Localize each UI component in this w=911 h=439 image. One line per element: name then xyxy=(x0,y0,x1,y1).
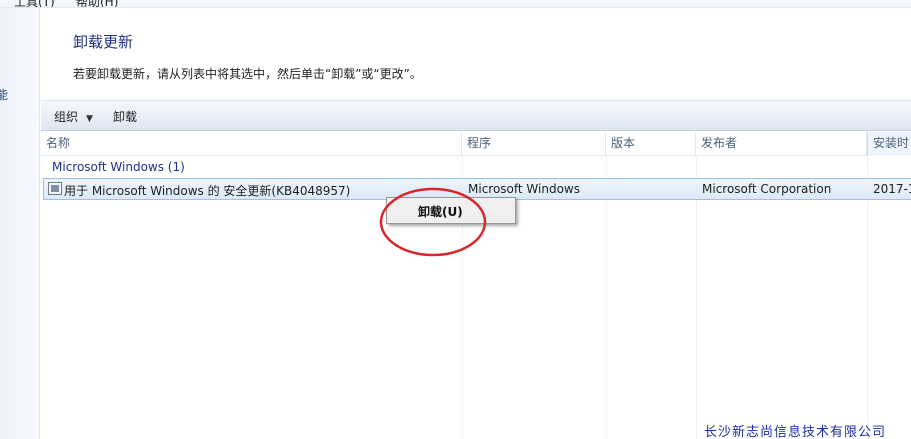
row-program: Microsoft Windows xyxy=(468,182,580,196)
nav-pane-text-fragment[interactable]: 能 xyxy=(0,86,8,103)
column-header-program[interactable]: 程序 xyxy=(462,132,606,156)
column-header-publisher[interactable]: 发布者 xyxy=(696,132,867,156)
navigation-pane: 能 xyxy=(0,0,40,439)
organize-label: 组织 xyxy=(54,110,79,124)
uninstall-button[interactable]: 卸载 xyxy=(113,108,137,125)
page-title: 卸载更新 xyxy=(73,33,134,51)
menu-tools[interactable]: 工具(T) xyxy=(14,0,55,7)
context-menu-uninstall[interactable]: 卸载(U) xyxy=(418,203,463,220)
page-description: 若要卸载更新，请从列表中将其选中，然后单击“卸载”或“更改”。 xyxy=(73,67,422,81)
update-icon xyxy=(48,182,62,195)
column-header-installed-on[interactable]: 安装时 xyxy=(867,132,911,156)
row-installed-on: 2017-1 xyxy=(873,182,911,196)
column-header-row: 名称 程序 版本 发布者 安装时 xyxy=(41,132,911,156)
menu-bar: 工具(T) 帮助(H) xyxy=(0,0,911,8)
row-name: 用于 Microsoft Windows 的 安全更新(KB4048957) xyxy=(64,184,351,198)
toolbar: 组织 ▼ 卸载 xyxy=(41,100,911,131)
menu-help[interactable]: 帮助(H) xyxy=(76,0,118,7)
group-header-microsoft-windows[interactable]: Microsoft Windows (1) xyxy=(52,160,185,174)
column-header-name[interactable]: 名称 xyxy=(41,132,462,156)
context-menu: 卸载(U) xyxy=(386,197,516,224)
dropdown-arrow-icon: ▼ xyxy=(86,114,93,124)
column-header-version[interactable]: 版本 xyxy=(606,132,696,156)
watermark: 长沙新志尚信息技术有限公司 xyxy=(704,425,887,439)
row-publisher: Microsoft Corporation xyxy=(702,182,832,196)
organize-button[interactable]: 组织 ▼ xyxy=(54,108,93,125)
